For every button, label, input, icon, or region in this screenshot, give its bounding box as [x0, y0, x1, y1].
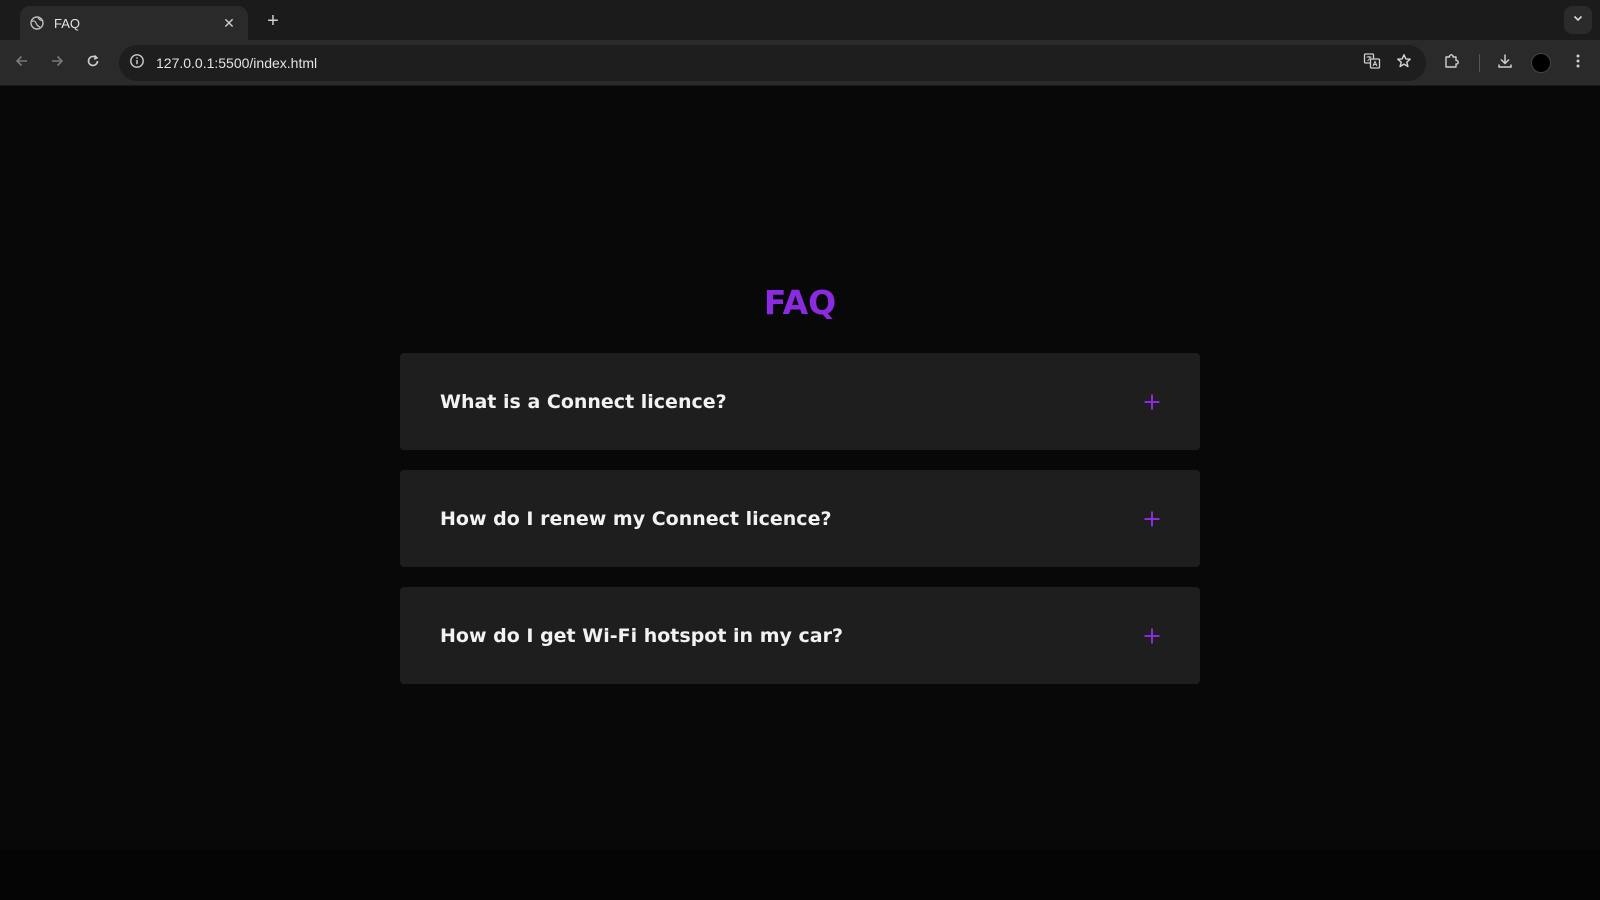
- url-text: 127.0.0.1:5500/index.html: [156, 55, 318, 71]
- close-icon[interactable]: ✕: [220, 14, 238, 32]
- tab-title: FAQ: [54, 15, 81, 31]
- translate-button[interactable]: [1358, 49, 1386, 77]
- avatar: [1531, 53, 1551, 73]
- forward-button[interactable]: [43, 49, 71, 77]
- new-tab-button[interactable]: +: [262, 10, 284, 32]
- menu-button[interactable]: [1564, 49, 1592, 77]
- arrow-left-icon: [14, 53, 30, 74]
- info-icon: [129, 53, 145, 74]
- translate-icon: [1363, 52, 1381, 75]
- bookmark-button[interactable]: [1390, 49, 1418, 77]
- tab-faq[interactable]: FAQ ✕: [20, 6, 248, 40]
- puzzle-icon: [1443, 52, 1461, 75]
- plus-icon[interactable]: [1142, 392, 1162, 412]
- site-info-button[interactable]: [122, 48, 152, 78]
- chevron-down-icon: [1572, 11, 1584, 29]
- downloads-button[interactable]: [1491, 49, 1519, 77]
- globe-icon: [30, 16, 44, 30]
- faq-item[interactable]: How do I get Wi-Fi hotspot in my car?: [400, 587, 1200, 684]
- faq-question: How do I renew my Connect licence?: [440, 507, 832, 530]
- reload-button[interactable]: [79, 49, 107, 77]
- page-footer-area: [0, 850, 1600, 900]
- address-bar[interactable]: 127.0.0.1:5500/index.html: [119, 45, 1426, 81]
- page-viewport: FAQ What is a Connect licence? How do I …: [0, 87, 1600, 850]
- faq-item[interactable]: How do I renew my Connect licence?: [400, 470, 1200, 567]
- kebab-menu-icon: [1575, 53, 1581, 74]
- faq-question: How do I get Wi-Fi hotspot in my car?: [440, 624, 843, 647]
- plus-icon[interactable]: [1142, 626, 1162, 646]
- download-icon: [1496, 52, 1514, 75]
- arrow-right-icon: [49, 53, 65, 74]
- back-button[interactable]: [8, 49, 36, 77]
- page-title: FAQ: [763, 283, 837, 322]
- star-icon: [1396, 53, 1412, 74]
- profile-button[interactable]: [1527, 49, 1555, 77]
- toolbar-divider: [1479, 54, 1480, 72]
- browser-toolbar: 127.0.0.1:5500/index.html: [0, 40, 1600, 86]
- faq-item[interactable]: What is a Connect licence?: [400, 353, 1200, 450]
- faq-question: What is a Connect licence?: [440, 390, 727, 413]
- tab-search-button[interactable]: [1564, 6, 1592, 34]
- faq-list: What is a Connect licence? How do I rene…: [400, 353, 1200, 704]
- tab-strip: FAQ ✕ +: [0, 0, 1600, 40]
- extensions-button[interactable]: [1438, 49, 1466, 77]
- plus-icon[interactable]: [1142, 509, 1162, 529]
- reload-icon: [85, 53, 101, 74]
